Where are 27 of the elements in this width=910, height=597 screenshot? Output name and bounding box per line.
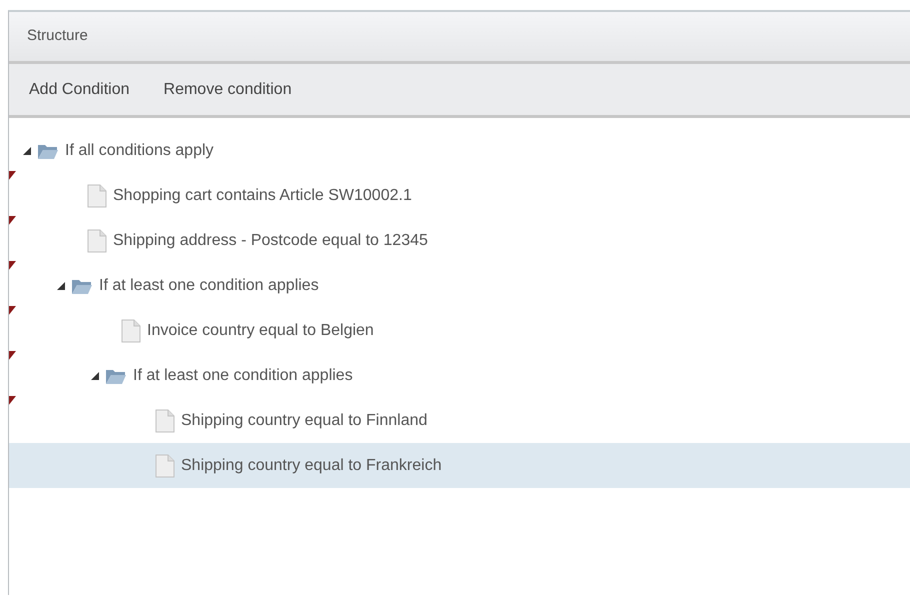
document-icon xyxy=(121,318,141,342)
tree-row[interactable]: Shipping address - Postcode equal to 12345 xyxy=(9,218,910,263)
expand-toggle-icon[interactable] xyxy=(91,372,99,380)
document-icon xyxy=(155,408,175,432)
document-icon xyxy=(87,184,107,208)
tree-row[interactable]: If all conditions apply xyxy=(9,128,910,173)
tree-label: If at least one condition applies xyxy=(133,366,353,386)
expand-toggle-icon[interactable] xyxy=(23,146,31,154)
tree-row[interactable]: Invoice country equal to Belgien xyxy=(9,308,910,353)
tree-label: If all conditions apply xyxy=(65,140,214,160)
tree-row[interactable]: Shopping cart contains Article SW10002.1 xyxy=(9,173,910,218)
tree-label: Invoice country equal to Belgien xyxy=(147,320,374,340)
tree-row[interactable]: Shipping country equal to Frankreich xyxy=(9,443,910,488)
document-icon xyxy=(155,454,175,478)
document-icon xyxy=(87,228,107,252)
tree-row[interactable]: If at least one condition applies xyxy=(9,263,910,308)
expand-toggle-icon[interactable] xyxy=(57,282,65,290)
tree-row[interactable]: If at least one condition applies xyxy=(9,353,910,398)
tree-label: Shipping country equal to Frankreich xyxy=(181,456,442,476)
tree-label: Shipping country equal to Finnland xyxy=(181,410,428,430)
tree-label: Shipping address - Postcode equal to 12345 xyxy=(113,230,428,250)
tree-label: If at least one condition applies xyxy=(99,276,319,296)
toolbar-button[interactable]: Add Condition xyxy=(29,78,130,102)
tree-row[interactable]: Shipping country equal to Finnland xyxy=(9,398,910,443)
toolbar-button[interactable]: Remove condition xyxy=(164,78,292,102)
panel-title: Structure xyxy=(27,26,88,46)
tree-label: Shopping cart contains Article SW10002.1 xyxy=(113,186,412,206)
